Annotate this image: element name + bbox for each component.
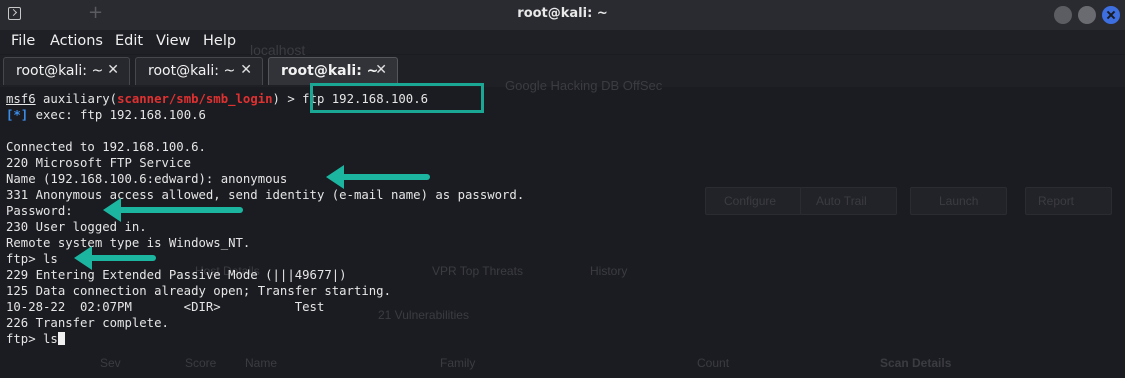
menu-edit[interactable]: Edit: [115, 33, 143, 49]
output-line: 331 Anonymous access allowed, send ident…: [6, 188, 525, 202]
tab-2[interactable]: root@kali: ~ ✕: [135, 57, 263, 85]
info-marker: [*]: [6, 108, 29, 122]
tab-3-active[interactable]: root@kali: ~ ✕: [268, 57, 398, 85]
output-line: Name (192.168.100.6:edward): anonymous: [6, 172, 288, 186]
close-icon[interactable]: ✕: [240, 62, 252, 78]
tab-label: root@kali: ~: [281, 63, 379, 79]
output-line: Password:: [6, 204, 73, 218]
window-title: root@kali: ~: [517, 6, 608, 21]
tab-1[interactable]: root@kali: ~ ✕: [3, 57, 130, 85]
exec-line: [*] exec: ftp 192.168.100.6: [6, 108, 206, 122]
menu-bar: File Actions Edit View Help: [0, 30, 1125, 54]
annotation-arrow-icon: [326, 165, 430, 189]
annotation-arrow-icon: [74, 246, 156, 270]
output-line: 230 User logged in.: [6, 220, 147, 234]
close-button[interactable]: [1102, 6, 1120, 24]
output-line: Connected to 192.168.100.6.: [6, 140, 206, 154]
output-line: Remote system type is Windows_NT.: [6, 236, 251, 250]
annotation-arrow-icon: [103, 198, 243, 222]
close-icon[interactable]: ✕: [107, 62, 119, 78]
menu-view[interactable]: View: [156, 33, 190, 49]
title-bar: + root@kali: ~: [0, 0, 1125, 30]
menu-help[interactable]: Help: [203, 33, 236, 49]
output-line: 229 Entering Extended Passive Mode (|||4…: [6, 268, 347, 282]
tab-label: root@kali: ~: [16, 63, 104, 79]
command-highlight-box: [310, 83, 484, 113]
output-line: 10-28-22 02:07PM <DIR> Test: [6, 300, 325, 314]
maximize-button[interactable]: [1078, 6, 1096, 24]
prompt-line[interactable]: ftp> ls: [6, 331, 65, 347]
close-icon[interactable]: ✕: [375, 62, 387, 78]
output-line: 125 Data connection already open; Transf…: [6, 284, 391, 298]
terminal-output[interactable]: msf6 auxiliary(scanner/smb/smb_login) > …: [0, 87, 1125, 378]
minimize-button[interactable]: [1054, 6, 1072, 24]
output-line: 220 Microsoft FTP Service: [6, 156, 192, 170]
msf-prompt: msf6: [6, 92, 36, 106]
output-line: ftp> ls: [6, 252, 58, 266]
text-cursor: [57, 332, 65, 345]
tab-label: root@kali: ~: [148, 63, 236, 79]
menu-file[interactable]: File: [11, 33, 35, 49]
output-line: 226 Transfer complete.: [6, 316, 169, 330]
tab-bar: root@kali: ~ ✕ root@kali: ~ ✕ root@kali:…: [0, 55, 1125, 87]
module-name: scanner/smb/smb_login: [117, 92, 273, 106]
menu-actions[interactable]: Actions: [50, 33, 103, 49]
